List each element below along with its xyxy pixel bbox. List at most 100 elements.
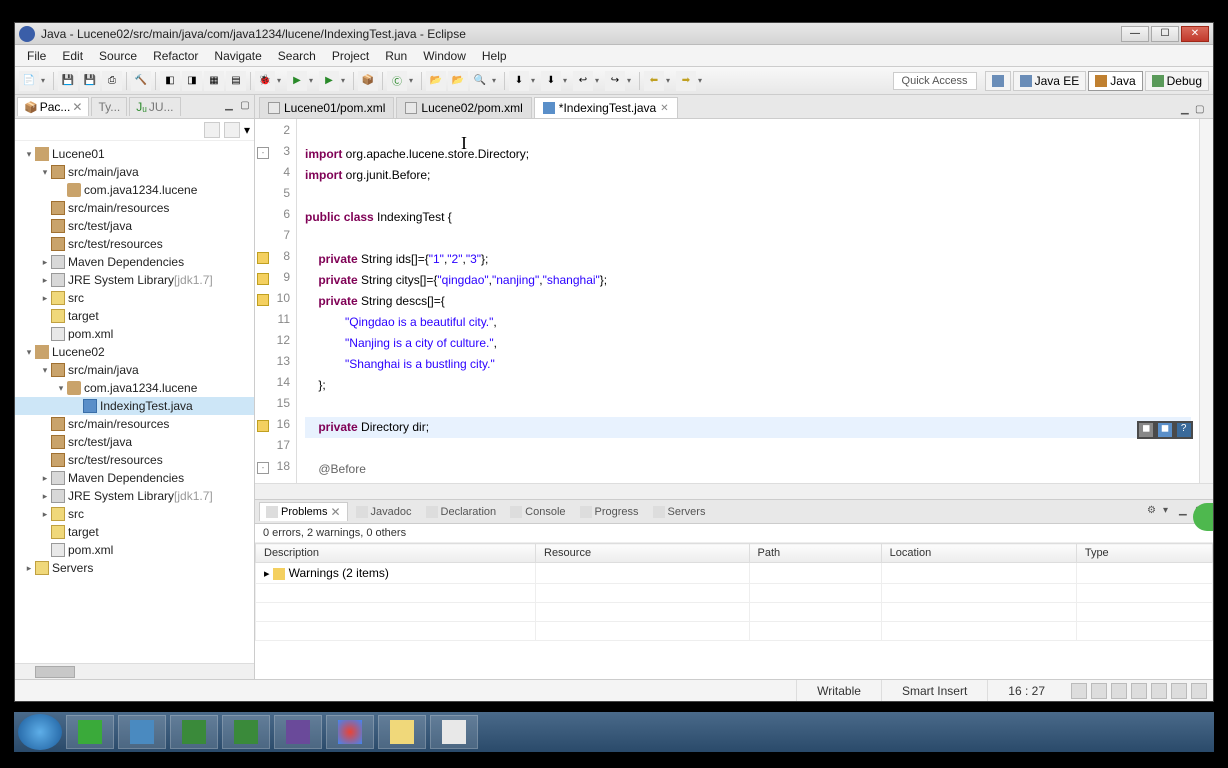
code-content[interactable]: import org.apache.lucene.store.Directory…: [297, 119, 1199, 483]
nav2-button[interactable]: ⬇: [541, 71, 561, 91]
status-icon[interactable]: [1191, 683, 1207, 699]
menu-run[interactable]: Run: [377, 47, 415, 65]
open-task-button[interactable]: 📂: [448, 71, 468, 91]
tab-type-hierarchy[interactable]: Ty...: [91, 97, 127, 116]
editor-minimize-button[interactable]: ▁: [1181, 104, 1195, 118]
nav1-button[interactable]: ⬇: [509, 71, 529, 91]
view-menu-icon[interactable]: ▾: [244, 123, 250, 137]
hint-icon[interactable]: ◼: [1158, 423, 1172, 437]
new-button[interactable]: 📄: [19, 71, 39, 91]
column-header[interactable]: Path: [749, 544, 881, 563]
collapse-all-icon[interactable]: [204, 122, 220, 138]
bottom-tab-console[interactable]: Console: [504, 504, 571, 520]
save-all-button[interactable]: 💾: [80, 71, 100, 91]
tree-node[interactable]: src/test/java: [15, 433, 254, 451]
package-explorer-tree[interactable]: ▾Lucene01▾src/main/javacom.java1234.luce…: [15, 141, 254, 663]
overview-ruler[interactable]: [1199, 119, 1213, 483]
bottom-minimize[interactable]: ▁: [1179, 505, 1193, 519]
column-header[interactable]: Description: [256, 544, 536, 563]
editor-tab[interactable]: Lucene01/pom.xml: [259, 97, 394, 118]
problems-table[interactable]: DescriptionResourcePathLocationType ▸ Wa…: [255, 543, 1213, 679]
status-icon[interactable]: [1171, 683, 1187, 699]
tree-node[interactable]: IndexingTest.java: [15, 397, 254, 415]
tree-node[interactable]: ▾Lucene02: [15, 343, 254, 361]
tree-node[interactable]: pom.xml: [15, 541, 254, 559]
quick-access-input[interactable]: Quick Access: [893, 72, 977, 90]
editor-tab[interactable]: Lucene02/pom.xml: [396, 97, 531, 118]
tree-node[interactable]: ▸Servers: [15, 559, 254, 577]
new-pkg-button[interactable]: 📦: [358, 71, 378, 91]
tree-node[interactable]: src/test/java: [15, 217, 254, 235]
tree-scrollbar-horizontal[interactable]: [15, 663, 254, 679]
tree-node[interactable]: target: [15, 307, 254, 325]
side-badge[interactable]: [1193, 503, 1213, 531]
menu-source[interactable]: Source: [91, 47, 145, 65]
line-gutter[interactable]: 23-456789101112131415161718-: [255, 119, 297, 483]
tree-node[interactable]: ▸Maven Dependencies: [15, 469, 254, 487]
build-button[interactable]: 🔨: [131, 71, 151, 91]
taskbar[interactable]: [14, 712, 1214, 752]
minimize-view-button[interactable]: ▁: [222, 100, 236, 114]
debug-button[interactable]: 🐞: [255, 71, 275, 91]
tree-node[interactable]: ▸Maven Dependencies: [15, 253, 254, 271]
back-button[interactable]: ⬅: [644, 71, 664, 91]
save-button[interactable]: 💾: [58, 71, 78, 91]
perspective-debug[interactable]: Debug: [1145, 71, 1209, 91]
taskbar-item[interactable]: [118, 715, 166, 749]
maximize-view-button[interactable]: ▢: [238, 100, 252, 114]
bottom-tab-servers[interactable]: Servers: [647, 504, 712, 520]
tree-node[interactable]: ▸JRE System Library [jdk1.7]: [15, 271, 254, 289]
bottom-view-menu[interactable]: ⚙: [1147, 505, 1161, 519]
tab-package-explorer[interactable]: 📦 Pac... ✕: [17, 97, 89, 116]
taskbar-item[interactable]: [274, 715, 322, 749]
open-perspective-button[interactable]: [985, 71, 1011, 91]
tree-node[interactable]: ▾com.java1234.lucene: [15, 379, 254, 397]
column-header[interactable]: Type: [1076, 544, 1212, 563]
tree-node[interactable]: pom.xml: [15, 325, 254, 343]
editor-tab[interactable]: *IndexingTest.java✕: [534, 97, 678, 118]
taskbar-item[interactable]: [378, 715, 426, 749]
hint-icon[interactable]: ◼: [1139, 423, 1153, 437]
toggle2-button[interactable]: ◨: [182, 71, 202, 91]
bottom-tab-problems[interactable]: Problems ✕: [259, 502, 348, 521]
tree-node[interactable]: ▾src/main/java: [15, 163, 254, 181]
tree-node[interactable]: src/main/resources: [15, 415, 254, 433]
status-icon[interactable]: [1071, 683, 1087, 699]
column-header[interactable]: Resource: [536, 544, 750, 563]
toggle-button[interactable]: ◧: [160, 71, 180, 91]
tree-node[interactable]: target: [15, 523, 254, 541]
perspective-javaee[interactable]: Java EE: [1013, 71, 1087, 91]
close-button[interactable]: ✕: [1181, 26, 1209, 42]
hint-help-icon[interactable]: ?: [1177, 423, 1191, 437]
tree-node[interactable]: src/test/resources: [15, 451, 254, 469]
taskbar-item[interactable]: [66, 715, 114, 749]
tree-node[interactable]: ▾src/main/java: [15, 361, 254, 379]
tree-node[interactable]: com.java1234.lucene: [15, 181, 254, 199]
tree-node[interactable]: ▸src: [15, 505, 254, 523]
tree-node[interactable]: ▸src: [15, 289, 254, 307]
new-class-button[interactable]: Ⓒ: [387, 71, 407, 91]
taskbar-item[interactable]: [222, 715, 270, 749]
forward-button[interactable]: ➡: [676, 71, 696, 91]
search-button[interactable]: 🔍: [470, 71, 490, 91]
toggle4-button[interactable]: ▤: [226, 71, 246, 91]
bottom-tab-javadoc[interactable]: Javadoc: [350, 504, 418, 520]
menu-help[interactable]: Help: [474, 47, 515, 65]
menu-file[interactable]: File: [19, 47, 54, 65]
code-editor[interactable]: 23-456789101112131415161718- import org.…: [255, 119, 1213, 483]
tree-node[interactable]: src/main/resources: [15, 199, 254, 217]
tree-node[interactable]: src/test/resources: [15, 235, 254, 253]
taskbar-item[interactable]: [430, 715, 478, 749]
run-last-button[interactable]: ▶: [319, 71, 339, 91]
perspective-java[interactable]: Java: [1088, 71, 1142, 91]
menu-refactor[interactable]: Refactor: [145, 47, 206, 65]
status-icon[interactable]: [1131, 683, 1147, 699]
toggle3-button[interactable]: ▦: [204, 71, 224, 91]
bottom-tab-progress[interactable]: Progress: [574, 504, 645, 520]
nav4-button[interactable]: ↪: [605, 71, 625, 91]
taskbar-item[interactable]: [170, 715, 218, 749]
maximize-button[interactable]: ☐: [1151, 26, 1179, 42]
bottom-dropdown[interactable]: ▾: [1163, 505, 1177, 519]
editor-maximize-button[interactable]: ▢: [1195, 104, 1209, 118]
menu-window[interactable]: Window: [415, 47, 474, 65]
